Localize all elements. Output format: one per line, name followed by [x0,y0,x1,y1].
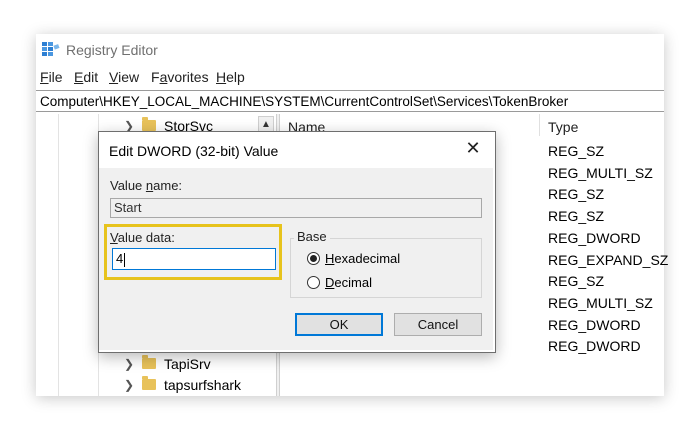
menu-item-label: dit [83,69,99,85]
address-bar[interactable]: Computer\HKEY_LOCAL_MACHINE\SYSTEM\Curre… [36,90,664,112]
menu-item[interactable]: Help [216,69,245,85]
title-bar: Registry Editor [36,34,664,66]
menu-item[interactable]: File [40,69,63,85]
decimal-label[interactable]: Decimal [325,275,372,290]
menu-item-label: F [40,69,49,85]
menu-item[interactable]: View [109,69,139,85]
type-cell[interactable]: REG_SZ [548,143,604,159]
type-cell[interactable]: REG_MULTI_SZ [548,295,653,311]
dialog-body: Value name: Start Value data: 4 Base Hex… [99,168,493,350]
type-cell[interactable]: REG_DWORD [548,338,641,354]
type-cell[interactable]: REG_EXPAND_SZ [548,252,668,268]
value-data-label: Value data: [110,230,175,245]
menu-item-label: F [151,69,160,85]
tree-item-label: TapiSrv [164,356,211,372]
menu-item[interactable]: Edit [74,69,98,85]
decimal-radio[interactable] [307,276,320,289]
hexadecimal-label[interactable]: Hexadecimal [325,251,400,266]
chevron-right-icon[interactable]: ❯ [124,354,136,374]
hexadecimal-radio[interactable] [307,252,320,265]
value-data-input[interactable]: 4 [112,248,276,270]
value-name-field[interactable]: Start [110,198,482,218]
type-cell[interactable]: REG_DWORD [548,317,641,333]
tree-guide-line [58,114,59,396]
base-group-title: Base [294,229,330,244]
menu-item-label: H [216,69,227,85]
type-cell[interactable]: REG_SZ [548,208,604,224]
menu-item-label: elp [226,69,245,85]
folder-icon [142,117,156,131]
column-separator[interactable] [539,114,540,136]
value-name-label: Value name: [110,178,183,193]
menu-item-label: E [74,69,84,85]
ok-button[interactable]: OK [295,313,383,336]
menu-item-label: vorites [167,69,209,85]
base-groupbox [290,238,482,298]
tree-item-label: tapsurfshark [164,377,242,393]
window-title: Registry Editor [66,42,158,58]
menu-item-label: iew [118,69,140,85]
folder-icon [142,355,156,369]
menu-bar: File Edit View Favorites Help [36,66,664,88]
menu-item-label: V [109,69,119,85]
menu-item-label: ile [48,69,63,85]
menu-item[interactable]: Favorites [151,69,209,85]
cancel-button[interactable]: Cancel [394,313,482,336]
value-data-text: 4 [116,251,124,266]
type-cell[interactable]: REG_DWORD [548,230,641,246]
type-cell[interactable]: REG_SZ [548,273,604,289]
type-cell[interactable]: REG_MULTI_SZ [548,165,653,181]
text-caret [124,252,126,267]
type-cell[interactable]: REG_SZ [548,186,604,202]
edit-dword-dialog: Edit DWORD (32-bit) Value ✕ Value name: … [98,131,496,353]
column-header-type[interactable]: Type [548,119,578,135]
chevron-right-icon[interactable]: ❯ [124,375,136,395]
registry-editor-icon [42,42,60,56]
folder-icon [142,376,156,390]
dialog-title: Edit DWORD (32-bit) Value [109,143,279,159]
close-icon[interactable]: ✕ [463,138,483,158]
